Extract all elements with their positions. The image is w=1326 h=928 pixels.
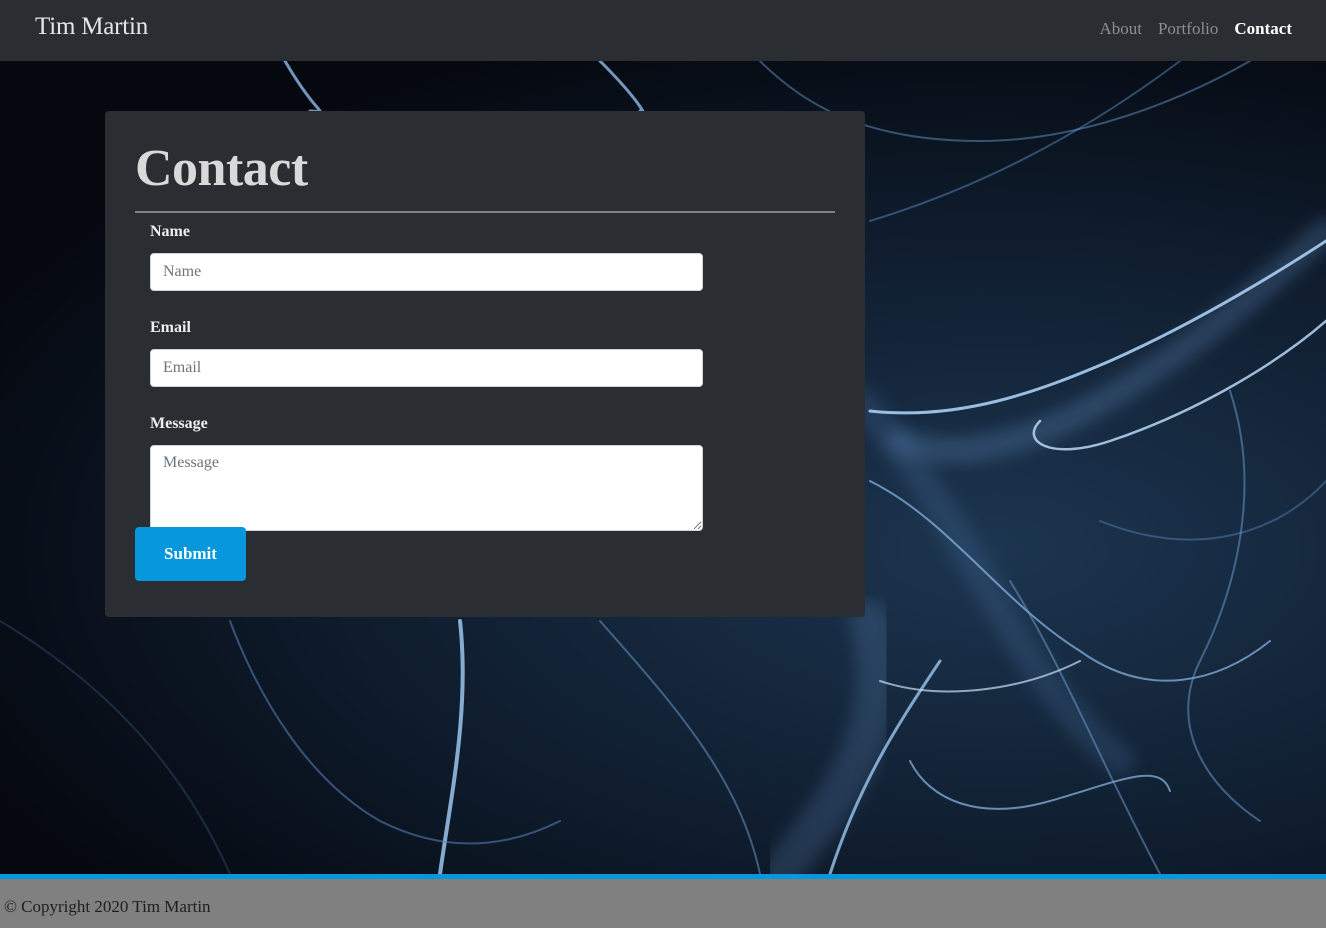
nav-link-portfolio[interactable]: Portfolio	[1158, 19, 1218, 39]
page-title: Contact	[135, 140, 308, 197]
message-textarea[interactable]	[150, 445, 703, 531]
email-label: Email	[150, 319, 191, 336]
copyright-text: © Copyright 2020 Tim Martin	[4, 897, 211, 916]
title-divider	[135, 211, 835, 213]
nav-links: About Portfolio Contact	[1099, 19, 1292, 39]
submit-button[interactable]: Submit	[135, 527, 246, 581]
nav-link-contact[interactable]: Contact	[1234, 19, 1292, 39]
name-input[interactable]	[150, 253, 703, 291]
navbar: Tim Martin About Portfolio Contact	[0, 0, 1326, 61]
name-group: Name	[150, 221, 703, 291]
nav-link-about[interactable]: About	[1099, 19, 1142, 39]
contact-card: Contact Name Email Message Submit	[105, 111, 865, 617]
email-input[interactable]	[150, 349, 703, 387]
brand-link[interactable]: Tim Martin	[35, 13, 148, 41]
footer: © Copyright 2020 Tim Martin	[0, 874, 1326, 928]
name-label: Name	[150, 223, 190, 240]
email-group: Email	[150, 317, 703, 387]
contact-form: Name Email Message	[150, 221, 703, 531]
message-group: Message	[150, 413, 703, 531]
message-label: Message	[150, 415, 208, 432]
